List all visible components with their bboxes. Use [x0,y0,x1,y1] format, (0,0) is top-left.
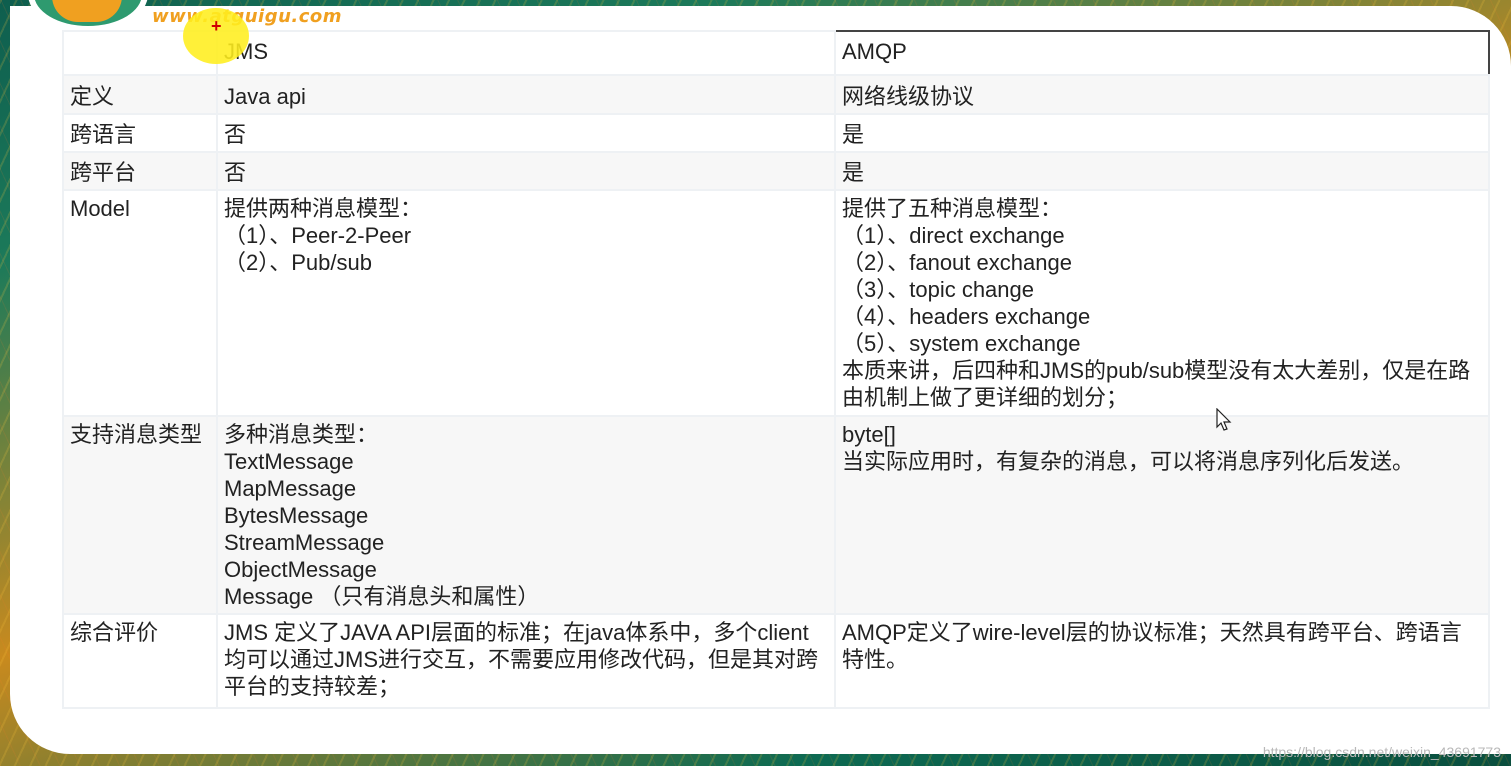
table-row: 跨语言 否 是 [62,113,1490,153]
amqp-cell: 提供了五种消息模型： （1）、direct exchange （2）、fanou… [834,189,1490,417]
amqp-cell: 是 [834,151,1490,191]
header-amqp: AMQP [834,30,1490,76]
watermark-text: https://blog.csdn.net/weixin_43691773 [1262,744,1501,760]
jms-cell: 否 [216,113,836,153]
row-label: 综合评价 [62,613,218,709]
row-label: 支持消息类型 [62,415,218,615]
mouse-pointer-icon [1216,408,1232,431]
table-row: 跨平台 否 是 [62,151,1490,191]
row-label: 跨语言 [62,113,218,153]
row-label: 跨平台 [62,151,218,191]
amqp-cell: byte[] 当实际应用时，有复杂的消息，可以将消息序列化后发送。 [834,415,1490,615]
comparison-table: JMS AMQP 定义 Java api 网络线级协议 跨语言 否 是 跨平台 … [62,30,1490,709]
table-row: Model 提供两种消息模型： （1）、Peer-2-Peer （2）、Pub/… [62,189,1490,417]
amqp-cell: AMQP定义了wire-level层的协议标准；天然具有跨平台、跨语言特性。 [834,613,1490,709]
row-label: 定义 [62,74,218,115]
header-jms: JMS [216,30,836,76]
jms-cell: 提供两种消息模型： （1）、Peer-2-Peer （2）、Pub/sub [216,189,836,417]
table-row: 支持消息类型 多种消息类型： TextMessage MapMessage By… [62,415,1490,615]
jms-cell: Java api [216,74,836,115]
jms-cell: JMS 定义了JAVA API层面的标准；在java体系中，多个client均可… [216,613,836,709]
amqp-cell: 是 [834,113,1490,153]
table-row: 综合评价 JMS 定义了JAVA API层面的标准；在java体系中，多个cli… [62,613,1490,709]
row-label: Model [62,189,218,417]
amqp-cell: 网络线级协议 [834,74,1490,115]
crosshair-icon: + [211,16,222,36]
jms-cell: 否 [216,151,836,191]
jms-cell: 多种消息类型： TextMessage MapMessage BytesMess… [216,415,836,615]
table-header-row: JMS AMQP [62,30,1490,76]
logo-url-text: www.atguigu.com [152,6,343,27]
table-row: 定义 Java api 网络线级协议 [62,74,1490,115]
